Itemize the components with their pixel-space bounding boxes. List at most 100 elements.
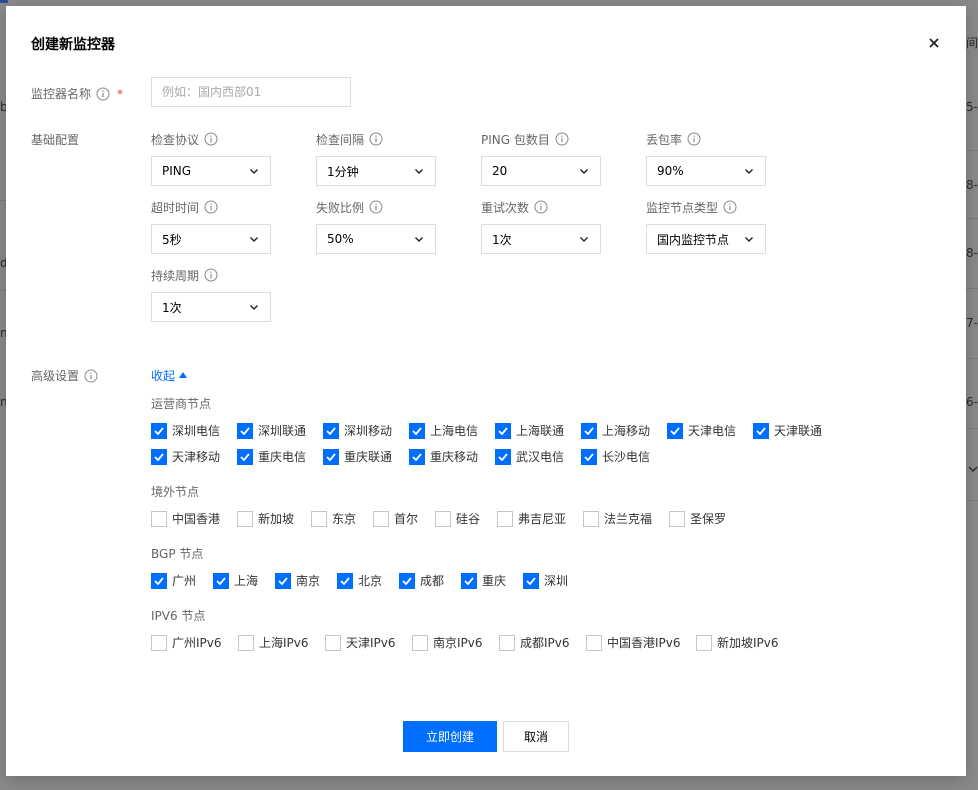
node-checkbox-item[interactable]: 南京 xyxy=(275,572,337,589)
node-checkbox-item[interactable]: 深圳 xyxy=(523,572,585,589)
node-checkbox-item[interactable]: 硅谷 xyxy=(435,510,497,527)
checkbox[interactable] xyxy=(323,448,339,465)
field-select[interactable]: 50% xyxy=(316,224,436,254)
checkbox[interactable] xyxy=(669,510,685,527)
node-checkbox-item[interactable]: 上海电信 xyxy=(409,422,495,439)
checkbox[interactable] xyxy=(523,572,539,589)
checkbox[interactable] xyxy=(337,572,353,589)
checkbox[interactable] xyxy=(696,634,712,651)
checkbox[interactable] xyxy=(461,572,477,589)
node-checkbox-item[interactable]: 天津联通 xyxy=(753,422,839,439)
node-checkbox-item[interactable]: 成都 xyxy=(399,572,461,589)
checkbox[interactable] xyxy=(409,448,425,465)
node-checkbox-item[interactable]: 上海移动 xyxy=(581,422,667,439)
node-checkbox-item[interactable]: 天津移动 xyxy=(151,448,237,465)
node-checkbox-item[interactable]: 首尔 xyxy=(373,510,435,527)
checkbox[interactable] xyxy=(151,634,167,651)
node-checkbox-item[interactable]: 弗吉尼亚 xyxy=(497,510,583,527)
field-select[interactable]: PING xyxy=(151,156,271,186)
monitor-name-input[interactable] xyxy=(151,77,351,107)
cancel-button[interactable]: 取消 xyxy=(503,721,569,752)
close-icon xyxy=(926,35,942,51)
checkbox[interactable] xyxy=(495,422,511,439)
field-select[interactable]: 1次 xyxy=(151,292,271,322)
node-checkbox-item[interactable]: 上海联通 xyxy=(495,422,581,439)
node-checkbox-item[interactable]: 深圳电信 xyxy=(151,422,237,439)
checkbox[interactable] xyxy=(151,448,167,465)
node-checkbox-item[interactable]: 南京IPv6 xyxy=(412,634,499,651)
collapse-toggle[interactable]: 收起 xyxy=(151,367,188,384)
node-checkbox-item[interactable]: 重庆移动 xyxy=(409,448,495,465)
checkbox-label: 天津电信 xyxy=(688,424,737,438)
info-icon[interactable] xyxy=(204,268,218,282)
info-icon[interactable] xyxy=(369,132,383,146)
info-icon[interactable] xyxy=(723,200,737,214)
checkbox[interactable] xyxy=(753,422,769,439)
checkbox[interactable] xyxy=(409,422,425,439)
checkbox[interactable] xyxy=(667,422,683,439)
info-icon[interactable] xyxy=(204,200,218,214)
checkbox[interactable] xyxy=(237,448,253,465)
node-checkbox-item[interactable]: 圣保罗 xyxy=(669,510,755,527)
checkbox[interactable] xyxy=(213,572,229,589)
node-checkbox-item[interactable]: 武汉电信 xyxy=(495,448,581,465)
node-checkbox-item[interactable]: 成都IPv6 xyxy=(499,634,586,651)
info-icon[interactable] xyxy=(534,200,548,214)
node-checkbox-item[interactable]: 中国香港 xyxy=(151,510,237,527)
close-button[interactable] xyxy=(926,35,942,51)
field-select[interactable]: 1次 xyxy=(481,224,601,254)
node-checkbox-item[interactable]: 长沙电信 xyxy=(581,448,667,465)
checkbox[interactable] xyxy=(238,634,254,651)
node-checkbox-item[interactable]: 北京 xyxy=(337,572,399,589)
node-checkbox-item[interactable]: 深圳联通 xyxy=(237,422,323,439)
node-checkbox-item[interactable]: 上海IPv6 xyxy=(238,634,325,651)
info-icon[interactable] xyxy=(555,132,569,146)
checkbox[interactable] xyxy=(275,572,291,589)
node-checkbox-item[interactable]: 新加坡IPv6 xyxy=(696,634,806,651)
checkbox[interactable] xyxy=(497,510,513,527)
node-checkbox-item[interactable]: 重庆电信 xyxy=(237,448,323,465)
checkbox[interactable] xyxy=(151,422,167,439)
info-icon[interactable] xyxy=(96,87,110,101)
node-checkbox-item[interactable]: 上海 xyxy=(213,572,275,589)
field-select[interactable]: 1分钟 xyxy=(316,156,436,186)
checkbox[interactable] xyxy=(435,510,451,527)
node-checkbox-item[interactable]: 中国香港IPv6 xyxy=(586,634,696,651)
field-select[interactable]: 5秒 xyxy=(151,224,271,254)
checkbox[interactable] xyxy=(237,510,253,527)
checkbox[interactable] xyxy=(373,510,389,527)
checkbox[interactable] xyxy=(581,422,597,439)
node-checkbox-item[interactable]: 广州IPv6 xyxy=(151,634,238,651)
field-select[interactable]: 20 xyxy=(481,156,601,186)
node-checkbox-item[interactable]: 天津电信 xyxy=(667,422,753,439)
checkbox[interactable] xyxy=(323,422,339,439)
info-icon[interactable] xyxy=(84,369,98,383)
checkbox[interactable] xyxy=(412,634,428,651)
checkbox[interactable] xyxy=(399,572,415,589)
node-checkbox-item[interactable]: 法兰克福 xyxy=(583,510,669,527)
node-checkbox-item[interactable]: 重庆 xyxy=(461,572,523,589)
checkbox[interactable] xyxy=(311,510,327,527)
checkbox[interactable] xyxy=(237,422,253,439)
node-checkbox-item[interactable]: 深圳移动 xyxy=(323,422,409,439)
checkbox[interactable] xyxy=(586,634,602,651)
node-checkbox-item[interactable]: 东京 xyxy=(311,510,373,527)
checkbox[interactable] xyxy=(581,448,597,465)
field-select[interactable]: 国内监控节点 xyxy=(646,224,766,254)
field-select[interactable]: 90% xyxy=(646,156,766,186)
node-checkbox-item[interactable]: 重庆联通 xyxy=(323,448,409,465)
checkbox[interactable] xyxy=(495,448,511,465)
info-icon[interactable] xyxy=(687,132,701,146)
select-value: 1分钟 xyxy=(327,164,359,179)
info-icon[interactable] xyxy=(204,132,218,146)
node-checkbox-item[interactable]: 新加坡 xyxy=(237,510,311,527)
create-button[interactable]: 立即创建 xyxy=(403,721,497,752)
info-icon[interactable] xyxy=(369,200,383,214)
node-checkbox-item[interactable]: 天津IPv6 xyxy=(325,634,412,651)
checkbox[interactable] xyxy=(151,510,167,527)
checkbox[interactable] xyxy=(583,510,599,527)
checkbox[interactable] xyxy=(325,634,341,651)
checkbox[interactable] xyxy=(499,634,515,651)
checkbox[interactable] xyxy=(151,572,167,589)
node-checkbox-item[interactable]: 广州 xyxy=(151,572,213,589)
